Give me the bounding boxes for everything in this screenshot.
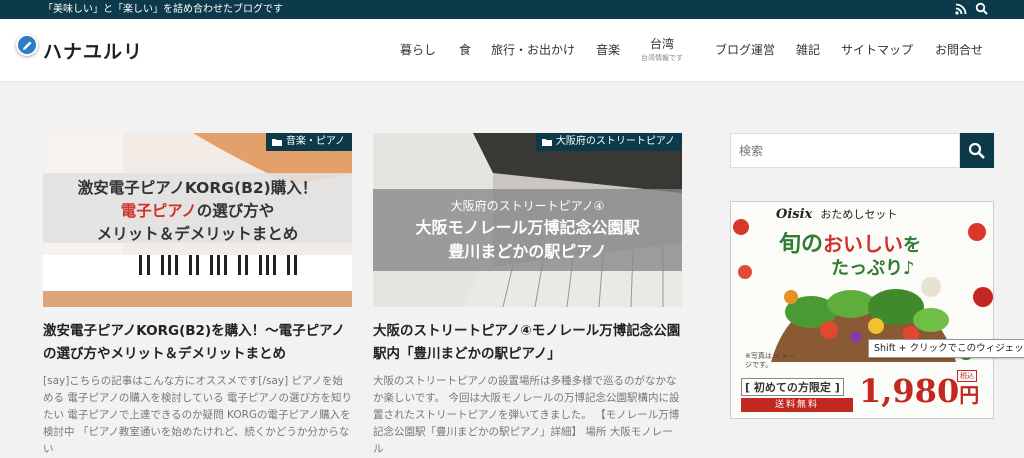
ad-headline-2: おいしい [823, 232, 904, 256]
thumbnail-caption: 激安電子ピアノKORG(B2)購入！ 電子ピアノの選び方や メリット＆デメリット… [43, 177, 352, 246]
edit-pencil-icon[interactable] [16, 34, 38, 56]
post-title[interactable]: 大阪のストリートピアノ④モノレール万博記念公園駅内「豊川まどかの駅ピアノ」 [373, 320, 682, 366]
nav-item-misc[interactable]: 雑記 [796, 41, 820, 58]
post-thumbnail[interactable]: 激安電子ピアノKORG(B2)購入！ 電子ピアノの選び方や メリット＆デメリット… [43, 133, 352, 307]
thumbnail-line-3: 豊川まどかの駅ピアノ [448, 242, 607, 261]
thumbnail-line-1: 大阪府のストリートピアノ④ [450, 199, 605, 213]
nav-item-blog[interactable]: ブログ運営 [715, 41, 775, 58]
ad-offer-row: [ 初めての方限定 ] [741, 376, 844, 396]
thumbnail-line-3: メリット＆デメリットまとめ [96, 225, 299, 243]
post-card[interactable]: 大阪府のストリートピアノ④ 大阪モノレール万博記念公園駅 豊川まどかの駅ピアノ … [373, 133, 682, 458]
sidebar-ad-banner[interactable]: Oisix おためしセット 旬のおいしいを たっぷり♪ ※写真は イメージです。… [730, 201, 994, 419]
ad-brand-row: Oisix おためしセット [776, 206, 897, 222]
rss-icon[interactable] [955, 3, 967, 15]
ad-first-time: [ 初めての方限定 ] [741, 378, 844, 396]
ad-brand-sub: おためしセット [820, 208, 898, 221]
thumbnail-line-2: 大阪モノレール万博記念公園駅 [415, 218, 640, 237]
post-card[interactable]: 激安電子ピアノKORG(B2)購入！ 電子ピアノの選び方や メリット＆デメリット… [43, 133, 352, 458]
ad-tax-badge: 税込 [957, 370, 977, 382]
ad-headline-1: 旬の [779, 232, 824, 257]
ad-headline-4: たっぷり♪ [831, 258, 915, 279]
search-icon[interactable] [975, 2, 989, 16]
thumbnail-line-1: 激安電子ピアノKORG(B2)購入！ [77, 179, 318, 197]
nav-item-taiwan[interactable]: 台湾 台湾情報です [641, 35, 683, 63]
thumbnail-caption: 大阪府のストリートピアノ④ 大阪モノレール万博記念公園駅 豊川まどかの駅ピアノ [373, 196, 682, 264]
nav-item-taiwan-label: 台湾 [649, 37, 674, 51]
category-label: 大阪府のストリートピアノ [555, 136, 675, 147]
ad-first-time-label: 初めての方限定 [753, 381, 831, 394]
post-thumbnail[interactable]: 大阪府のストリートピアノ④ 大阪モノレール万博記念公園駅 豊川まどかの駅ピアノ … [373, 133, 682, 307]
top-bar: 「美味しい」と「楽しい」を詰め合わせたブログです [0, 0, 1024, 19]
sidebar-search-field[interactable] [730, 133, 960, 168]
nav-item-sitemap[interactable]: サイトマップ [841, 41, 913, 58]
ad-note: ※写真は イメージです。 [745, 352, 796, 369]
search-button[interactable] [960, 133, 994, 168]
ad-yen: 円 [959, 383, 980, 407]
search-input[interactable] [731, 134, 959, 167]
post-title[interactable]: 激安電子ピアノKORG(B2)を購入！〜電子ピアノの選び方やメリット＆デメリット… [43, 320, 352, 366]
thumbnail-highlight: 電子ピアノ [120, 202, 197, 220]
category-label: 音楽・ピアノ [285, 136, 345, 147]
thumbnail-line-2: 電子ピアノの選び方や [43, 200, 352, 223]
post-excerpt: 大阪のストリートピアノの設置場所は多種多様で巡るのがなかなか楽しいです。 今回は… [373, 375, 680, 455]
ad-shipping: 送料無料 [741, 398, 853, 412]
site-logo[interactable]: ハナユルリ [43, 37, 143, 64]
ad-brand: Oisix [776, 207, 813, 222]
nav-item-music[interactable]: 音楽 [596, 41, 620, 58]
category-badge[interactable]: 音楽・ピアノ [265, 133, 352, 151]
thumbnail-line-2b: の選び方や [196, 202, 275, 220]
nav-item-travel[interactable]: 旅行・お出かけ [491, 41, 575, 58]
nav-item-taiwan-sub: 台湾情報です [641, 54, 683, 62]
folder-icon [541, 139, 552, 146]
ad-headline-3: を [903, 235, 922, 256]
search-icon [968, 142, 985, 159]
site-header: ハナユルリ 暮らし 食 旅行・お出かけ 音楽 台湾 台湾情報です ブログ運営 雑… [0, 19, 1024, 82]
post-excerpt: [say]こちらの記事はこんな方にオススメです[/say] ピアノを始める 電子… [43, 375, 352, 455]
ad-price: 1,980 [859, 372, 960, 410]
nav-item-contact[interactable]: お問合せ [935, 41, 983, 58]
site-tagline: 「美味しい」と「楽しい」を詰め合わせたブログです [43, 4, 283, 15]
folder-icon [271, 139, 282, 146]
widget-edit-tooltip: Shift + クリックでこのウィジェットを編 [868, 339, 1024, 358]
nav-item-food[interactable]: 食 [459, 41, 471, 58]
nav-item-life[interactable]: 暮らし [400, 41, 436, 58]
category-badge[interactable]: 大阪府のストリートピアノ [535, 133, 682, 151]
